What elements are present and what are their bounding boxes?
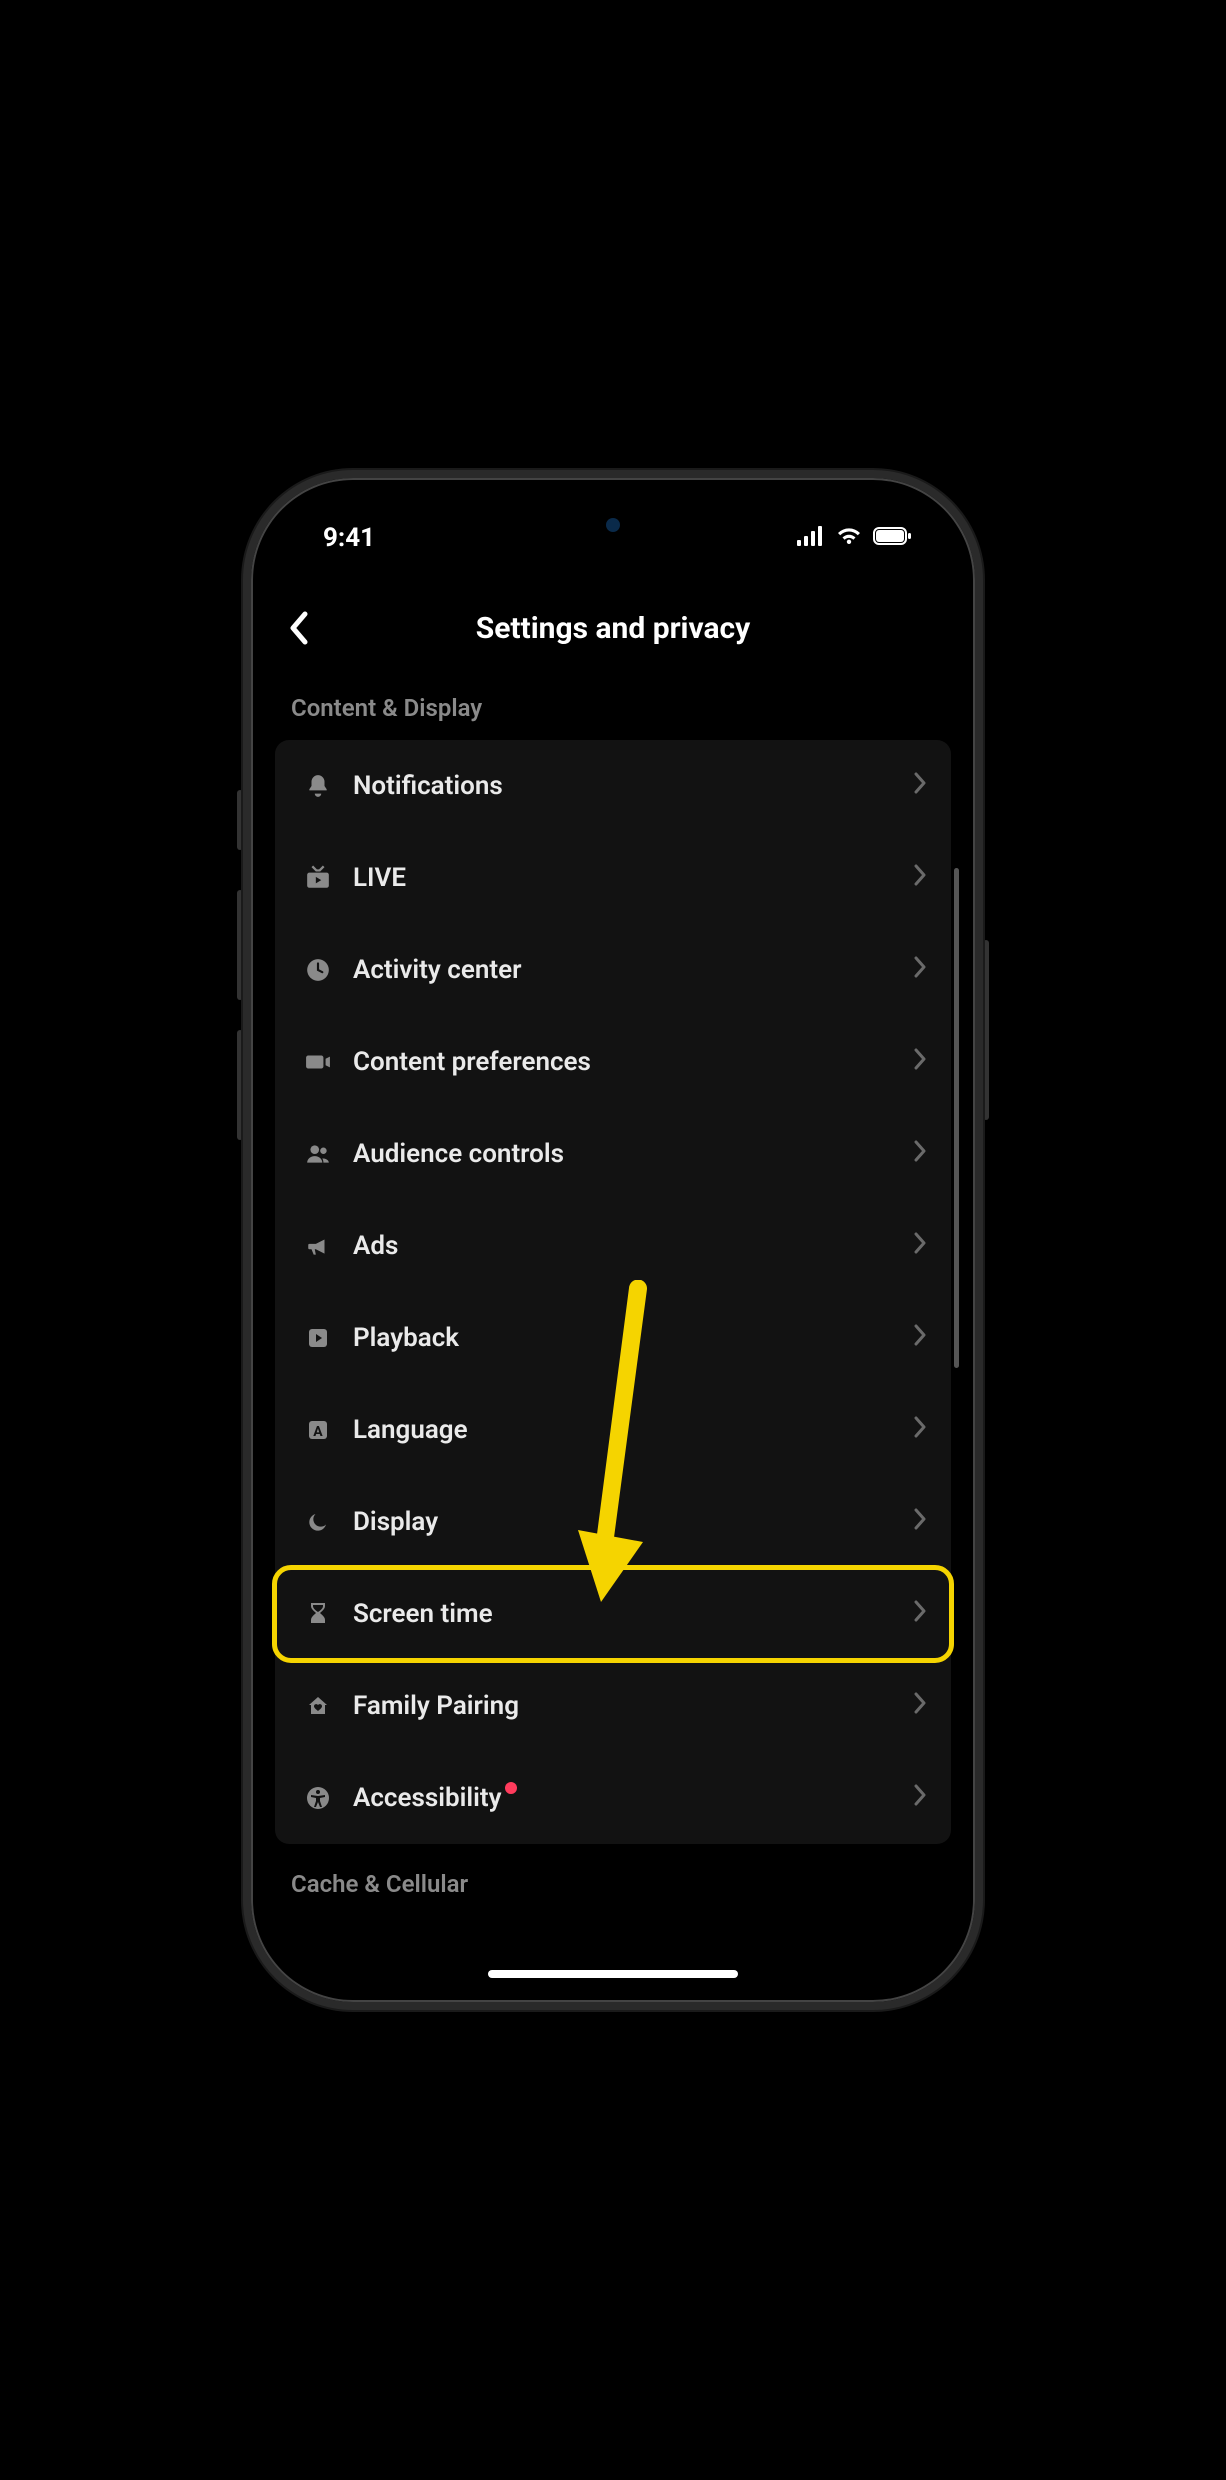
live-tv-icon [299, 865, 337, 891]
people-icon [299, 1141, 337, 1167]
chevron-right-icon [913, 1139, 927, 1169]
page-title: Settings and privacy [476, 611, 751, 646]
menu-label: Notifications [353, 771, 913, 801]
chevron-right-icon [913, 1783, 927, 1813]
phone-frame: 9:41 Settings and [243, 470, 983, 2010]
settings-content: Content & Display Notifications [263, 668, 963, 1990]
menu-label: Playback [353, 1323, 913, 1353]
play-square-icon [299, 1326, 337, 1350]
menu-item-playback[interactable]: Playback [275, 1292, 951, 1384]
moon-icon [299, 1510, 337, 1534]
status-time: 9:41 [323, 523, 375, 553]
clock-icon [299, 957, 337, 983]
home-heart-icon [299, 1694, 337, 1718]
chevron-right-icon [913, 1599, 927, 1629]
hourglass-icon [299, 1601, 337, 1627]
chevron-right-icon [913, 1415, 927, 1445]
menu-item-content-preferences[interactable]: Content preferences [275, 1016, 951, 1108]
megaphone-icon [299, 1233, 337, 1259]
menu-label-text: Accessibility [353, 1783, 501, 1813]
chevron-right-icon [913, 1231, 927, 1261]
menu-label: Content preferences [353, 1047, 913, 1077]
menu-label: Activity center [353, 955, 913, 985]
menu-item-notifications[interactable]: Notifications [275, 740, 951, 832]
nav-header: Settings and privacy [263, 588, 963, 668]
letter-a-icon: A [299, 1418, 337, 1442]
menu-item-display[interactable]: Display [275, 1476, 951, 1568]
menu-label: Family Pairing [353, 1691, 913, 1721]
menu-item-audience-controls[interactable]: Audience controls [275, 1108, 951, 1200]
front-camera [606, 518, 620, 532]
accessibility-icon [299, 1786, 337, 1810]
wifi-icon [835, 523, 863, 553]
menu-label: Audience controls [353, 1139, 913, 1169]
menu-item-screen-time[interactable]: Screen time [275, 1568, 951, 1660]
menu-item-activity-center[interactable]: Activity center [275, 924, 951, 1016]
section-header-cache-cellular: Cache & Cellular [263, 1844, 963, 1916]
chevron-right-icon [913, 1047, 927, 1077]
menu-label: Display [353, 1507, 913, 1537]
cellular-signal-icon [797, 523, 825, 553]
chevron-right-icon [913, 1691, 927, 1721]
scroll-indicator [954, 868, 959, 1368]
chevron-right-icon [913, 771, 927, 801]
menu-item-language[interactable]: A Language [275, 1384, 951, 1476]
chevron-right-icon [913, 863, 927, 893]
bell-icon [299, 773, 337, 799]
menu-item-ads[interactable]: Ads [275, 1200, 951, 1292]
chevron-right-icon [913, 1323, 927, 1353]
home-indicator[interactable] [488, 1970, 738, 1978]
chevron-right-icon [913, 955, 927, 985]
svg-text:A: A [313, 1424, 323, 1440]
status-right [797, 523, 913, 553]
menu-label: LIVE [353, 863, 913, 893]
notification-dot [505, 1782, 517, 1794]
menu-label: Accessibility [353, 1783, 913, 1813]
menu-item-live[interactable]: LIVE [275, 832, 951, 924]
menu-label: Ads [353, 1231, 913, 1261]
section-header-content-display: Content & Display [263, 668, 963, 740]
status-bar: 9:41 [263, 508, 963, 568]
menu-item-accessibility[interactable]: Accessibility [275, 1752, 951, 1844]
chevron-right-icon [913, 1507, 927, 1537]
battery-icon [873, 523, 913, 553]
phone-screen: 9:41 Settings and [263, 490, 963, 1990]
settings-list-group: Notifications LIVE [275, 740, 951, 1844]
menu-item-family-pairing[interactable]: Family Pairing [275, 1660, 951, 1752]
menu-label: Screen time [353, 1599, 913, 1629]
back-button[interactable] [287, 611, 309, 645]
video-camera-icon [299, 1049, 337, 1075]
menu-label: Language [353, 1415, 913, 1445]
